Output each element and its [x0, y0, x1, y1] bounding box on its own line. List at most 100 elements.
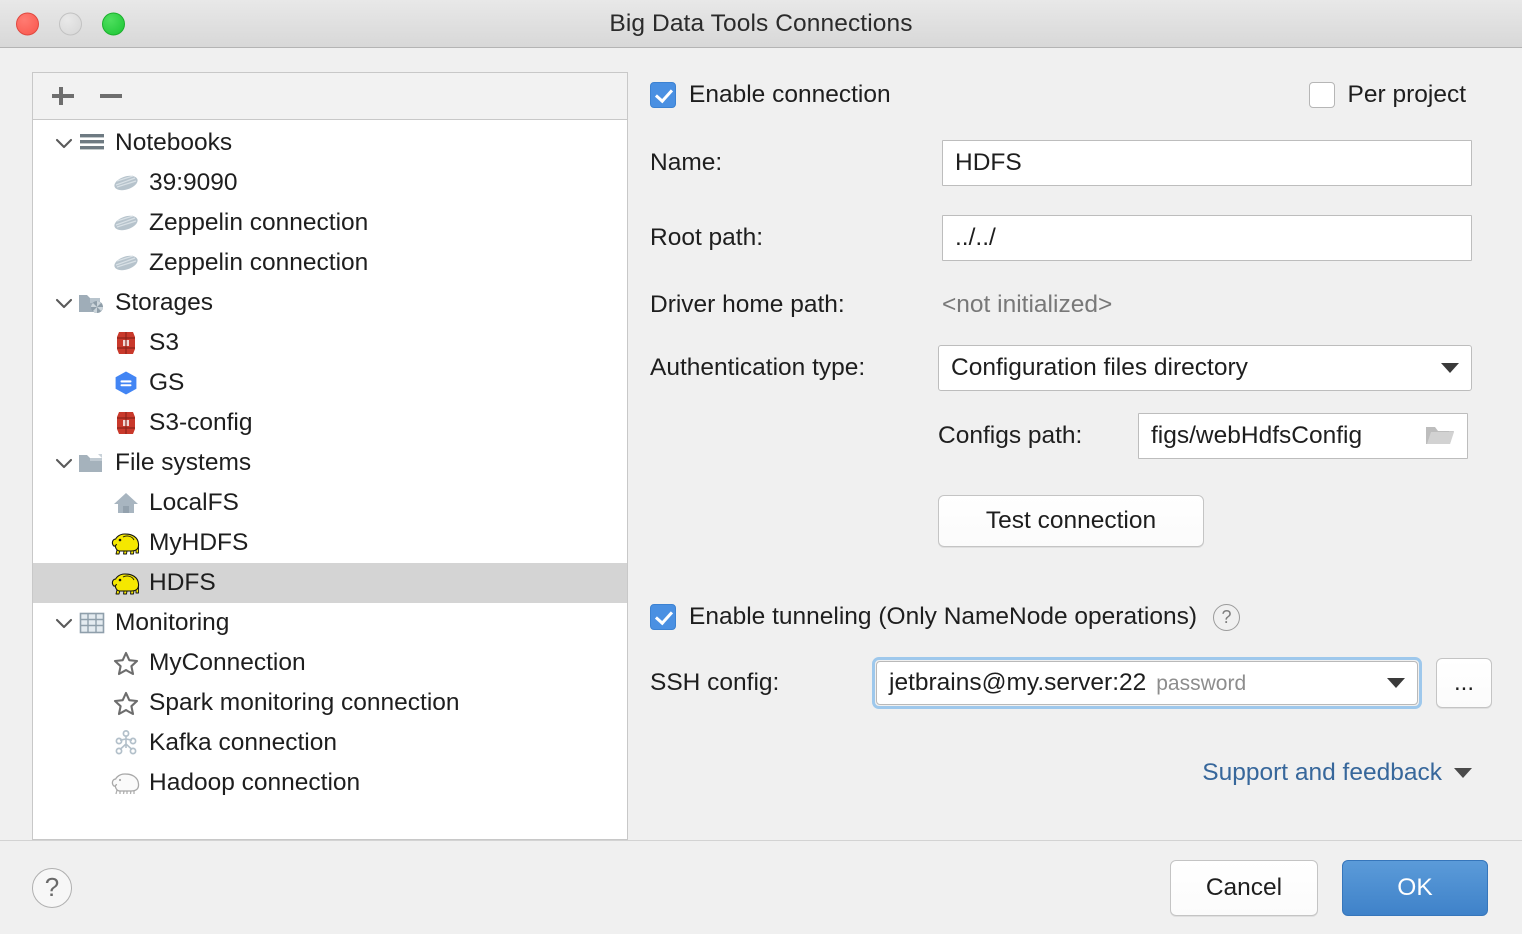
tree-item-39-9090[interactable]: 39:9090 [33, 163, 627, 203]
ssh-config-browse-button[interactable]: ... [1436, 658, 1492, 708]
hadoop-outline-icon [111, 769, 141, 797]
tree-item-label: Notebooks [115, 128, 233, 156]
folder-open-icon[interactable] [1425, 424, 1455, 448]
enable-tunneling-row: Enable tunneling (Only NameNode operatio… [650, 603, 1496, 631]
tree-item-myhdfs[interactable]: MyHDFS [33, 523, 627, 563]
s3-bucket-icon [111, 409, 141, 437]
ok-button[interactable]: OK [1342, 859, 1488, 916]
tree-item-zeppelin-connection[interactable]: Zeppelin connection [33, 203, 627, 243]
tree-item-label: 39:9090 [149, 168, 238, 196]
tree-item-storages[interactable]: Storages [33, 283, 627, 323]
help-button[interactable]: ? [32, 867, 72, 908]
tree-item-zeppelin-connection[interactable]: Zeppelin connection [33, 243, 627, 283]
chevron-down-icon[interactable] [51, 296, 77, 310]
configs-path-input[interactable]: figs/webHdfsConfig [1138, 413, 1468, 459]
tree-item-label: Hadoop connection [149, 768, 361, 796]
tree-item-localfs[interactable]: LocalFS [33, 483, 627, 523]
tree-toolbar [32, 72, 628, 119]
chevron-down-icon[interactable] [51, 136, 77, 150]
support-and-feedback-link[interactable]: Support and feedback [1202, 759, 1472, 787]
support-row: Support and feedback [650, 759, 1496, 787]
storages-folder-icon [77, 289, 107, 317]
star-icon [111, 689, 141, 717]
remove-connection-button[interactable] [98, 83, 124, 109]
dialog-footer: ? Cancel OK [0, 840, 1522, 934]
driver-home-path-row: Driver home path: <not initialized> [650, 290, 1496, 320]
enable-tunneling-checkbox-box[interactable] [650, 604, 676, 630]
configs-path-value: figs/webHdfsConfig [1151, 422, 1363, 449]
tree-item-label: MyHDFS [149, 528, 249, 556]
enable-row: Enable connection Per project [650, 72, 1496, 118]
tree-item-kafka-connection[interactable]: Kafka connection [33, 723, 627, 763]
tree-item-label: Kafka connection [149, 728, 337, 756]
tree-item-label: S3-config [149, 408, 253, 436]
root-path-label: Root path: [650, 224, 764, 251]
traffic-light-buttons [16, 12, 125, 35]
star-icon [111, 649, 141, 677]
tree-item-label: Storages [115, 288, 214, 316]
dialog-window: Big Data Tools Connections Notebooks 39:9… [0, 0, 1522, 934]
add-connection-button[interactable] [50, 83, 76, 109]
tree-item-myconnection[interactable]: MyConnection [33, 643, 627, 683]
title-bar: Big Data Tools Connections [0, 0, 1522, 48]
window-title: Big Data Tools Connections [609, 9, 913, 37]
zeppelin-icon [111, 249, 141, 277]
minimize-window-icon[interactable] [59, 12, 82, 35]
zeppelin-icon [111, 209, 141, 237]
connections-tree[interactable]: Notebooks 39:9090 Zeppelin connection Zeppe… [32, 119, 628, 840]
tree-item-label: Zeppelin connection [149, 248, 369, 276]
root-path-input[interactable]: ../../ [942, 215, 1472, 261]
maximize-window-icon[interactable] [102, 12, 125, 35]
enable-connection-label: Enable connection [689, 81, 891, 108]
name-label: Name: [650, 149, 723, 176]
per-project-checkbox[interactable]: Per project [1308, 81, 1466, 109]
auth-type-label: Authentication type: [650, 354, 866, 381]
root-path-row: Root path: ../../ [650, 215, 1496, 261]
tree-item-file-systems[interactable]: File systems [33, 443, 627, 483]
tree-item-s3-config[interactable]: S3-config [33, 403, 627, 443]
cancel-button[interactable]: Cancel [1170, 859, 1318, 916]
configs-path-row: Configs path: figs/webHdfsConfig [650, 413, 1496, 459]
chevron-down-icon [1387, 678, 1405, 688]
tree-item-spark-monitoring-connection[interactable]: Spark monitoring connection [33, 683, 627, 723]
tree-item-label: Spark monitoring connection [149, 688, 460, 716]
tree-item-notebooks[interactable]: Notebooks [33, 123, 627, 163]
ssh-config-label: SSH config: [650, 669, 780, 696]
enable-connection-checkbox[interactable]: Enable connection [650, 81, 891, 109]
tree-item-label: MyConnection [149, 648, 306, 676]
close-window-icon[interactable] [16, 12, 39, 35]
ssh-config-select[interactable]: jetbrains@my.server:22 password [876, 661, 1418, 705]
question-mark-icon[interactable]: ? [1213, 603, 1240, 631]
tree-item-label: LocalFS [149, 488, 239, 516]
support-and-feedback-label: Support and feedback [1202, 759, 1442, 786]
auth-type-select[interactable]: Configuration files directory [938, 345, 1472, 391]
per-project-label: Per project [1347, 81, 1466, 108]
ssh-config-row: SSH config: jetbrains@my.server:22 passw… [650, 657, 1496, 709]
tree-item-monitoring[interactable]: Monitoring [33, 603, 627, 643]
chevron-down-icon [1441, 363, 1459, 373]
tree-item-s3[interactable]: S3 [33, 323, 627, 363]
chevron-down-icon[interactable] [51, 456, 77, 470]
enable-connection-checkbox-box[interactable] [650, 82, 676, 108]
notebooks-icon [77, 129, 107, 157]
tree-item-hdfs[interactable]: HDFS [33, 563, 627, 603]
s3-bucket-icon [111, 329, 141, 357]
name-input[interactable]: HDFS [942, 140, 1472, 186]
tree-item-label: Zeppelin connection [149, 208, 369, 236]
chevron-down-icon[interactable] [51, 616, 77, 630]
enable-tunneling-checkbox[interactable]: Enable tunneling (Only NameNode operatio… [650, 603, 1197, 631]
hadoop-elephant-icon [111, 569, 141, 597]
test-connection-button[interactable]: Test connection [938, 495, 1204, 547]
tree-item-label: GS [149, 368, 185, 396]
test-connection-row: Test connection [650, 495, 1496, 547]
ssh-config-auth-hint: password [1156, 672, 1247, 695]
kafka-icon [111, 729, 141, 757]
per-project-checkbox-box[interactable] [1308, 82, 1335, 108]
tree-item-label: Monitoring [115, 608, 230, 636]
tree-item-hadoop-connection[interactable]: Hadoop connection [33, 763, 627, 803]
tree-item-label: File systems [115, 448, 252, 476]
hadoop-elephant-icon [111, 529, 141, 557]
ssh-config-field-wrapper: jetbrains@my.server:22 password [872, 657, 1422, 709]
connections-tree-panel: Notebooks 39:9090 Zeppelin connection Zeppe… [32, 72, 628, 840]
tree-item-gs[interactable]: GS [33, 363, 627, 403]
